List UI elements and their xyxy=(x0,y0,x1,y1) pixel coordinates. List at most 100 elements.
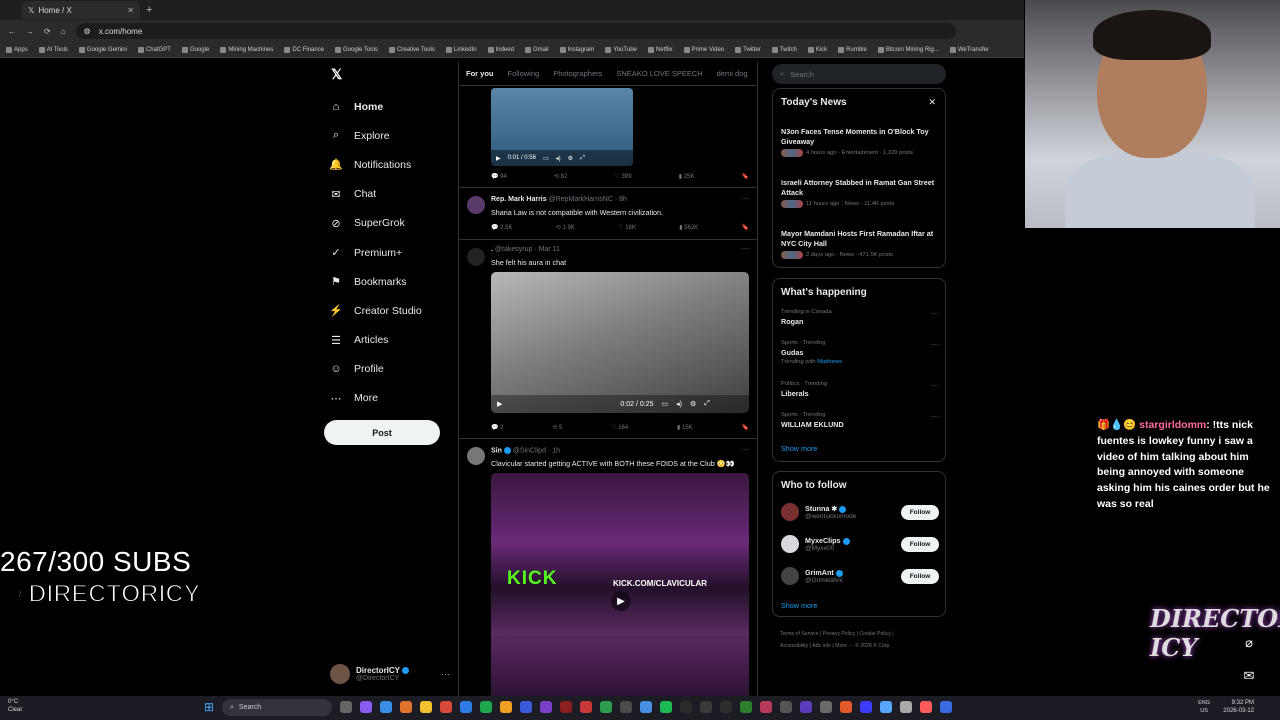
taskbar-app-icon[interactable] xyxy=(580,701,592,713)
video-player[interactable]: ▶ 0:01 / 0:56 ▭ ◂) ⚙ ⤢ xyxy=(491,88,633,166)
taskbar-app-icon[interactable] xyxy=(780,701,792,713)
follow-button[interactable]: Follow xyxy=(901,504,939,520)
taskbar-app-icon[interactable] xyxy=(520,701,532,713)
bookmark-item[interactable]: Prime Video xyxy=(683,46,724,53)
taskbar-app-icon[interactable] xyxy=(660,701,672,713)
bookmark-item[interactable]: Gmail xyxy=(524,46,549,53)
bookmark-item[interactable]: ChatGPT xyxy=(137,46,171,53)
feed-tab[interactable]: For you xyxy=(466,69,494,78)
trend-item[interactable]: Sports · Trending WILLIAM EKLUND ··· xyxy=(781,412,939,429)
taskbar-app-icon[interactable] xyxy=(820,701,832,713)
taskbar-app-icon[interactable] xyxy=(420,701,432,713)
bookmark-item[interactable]: Netflix xyxy=(647,46,673,53)
nav-item-supergrok[interactable]: ⊘ SuperGrok xyxy=(326,209,456,238)
taskbar-app-icon[interactable] xyxy=(920,701,932,713)
post-button[interactable]: Post xyxy=(324,420,440,445)
author-name[interactable]: . xyxy=(491,246,493,253)
taskbar-app-icon[interactable] xyxy=(800,701,812,713)
more-dots-icon[interactable]: ··· xyxy=(741,244,749,253)
grok-icon[interactable]: ⌀ xyxy=(1238,632,1260,654)
taskbar-app-icon[interactable] xyxy=(540,701,552,713)
nav-item-more[interactable]: ⋯ More xyxy=(326,384,456,413)
author-name[interactable]: Sin xyxy=(491,447,502,454)
trend-link[interactable]: Matthews xyxy=(817,359,842,365)
footer-line[interactable]: Terms of Service | Privacy Policy | Cook… xyxy=(780,628,946,640)
like-button[interactable]: ♡ 164 xyxy=(611,424,628,431)
nav-item-notifications[interactable]: 🔔 Notifications xyxy=(326,150,456,179)
bookmark-item[interactable]: Instagram xyxy=(559,46,594,53)
taskbar-app-icon[interactable] xyxy=(760,701,772,713)
bookmark-item[interactable]: Google Gemini xyxy=(78,46,127,53)
bookmark-item[interactable]: Twitter xyxy=(735,46,761,53)
trend-item[interactable]: Politics · Trending Liberals ··· xyxy=(781,381,939,398)
avatar[interactable] xyxy=(467,447,485,465)
nav-item-creator-studio[interactable]: ⚡ Creator Studio xyxy=(326,296,456,325)
taskbar-app-icon[interactable] xyxy=(900,701,912,713)
bookmark-item[interactable]: Apps xyxy=(6,46,28,53)
feed-tab[interactable]: Photographers xyxy=(553,69,602,78)
search-input[interactable]: ⌕ Search xyxy=(772,64,946,84)
trend-item[interactable]: Sports · Trending Gudas Trending with Matt… xyxy=(781,340,939,365)
volume-icon[interactable]: ◂) xyxy=(676,400,682,408)
close-tab-icon[interactable]: ✕ xyxy=(127,6,134,15)
views-count[interactable]: ▮ 15K xyxy=(677,424,693,431)
bookmark-item[interactable]: Google xyxy=(181,46,209,53)
news-item[interactable]: N3on Faces Tense Moments in O'Block Toy … xyxy=(781,127,939,157)
taskbar-app-icon[interactable] xyxy=(880,701,892,713)
bookmark-post-icon[interactable]: 🔖 xyxy=(742,224,749,231)
taskbar-app-icon[interactable] xyxy=(700,701,712,713)
taskbar-app-icon[interactable] xyxy=(940,701,952,713)
more-dots-icon[interactable]: ··· xyxy=(931,340,939,349)
bookmark-item[interactable]: YouTube xyxy=(605,46,637,53)
bookmark-item[interactable]: Google Tools xyxy=(335,46,378,53)
bookmark-item[interactable]: Rumble xyxy=(838,46,867,53)
repost-button[interactable]: ⟲ 82 xyxy=(554,173,567,180)
taskbar-app-icon[interactable] xyxy=(400,701,412,713)
nav-item-profile[interactable]: ☺ Profile xyxy=(326,355,456,384)
forward-icon[interactable]: → xyxy=(26,27,34,36)
fullscreen-icon[interactable]: ⤢ xyxy=(704,400,710,408)
back-icon[interactable]: ← xyxy=(8,27,16,36)
x-logo-icon[interactable]: 𝕏 xyxy=(331,66,342,83)
mail-icon[interactable]: ✉ xyxy=(1238,665,1260,687)
taskbar-search[interactable]: ⌕ Search xyxy=(222,699,332,716)
reload-icon[interactable]: ⟳ xyxy=(44,27,51,36)
play-icon[interactable]: ▶ xyxy=(497,400,502,408)
weather-widget[interactable]: 0°C Clear xyxy=(8,698,22,714)
video-player[interactable]: KICK KICK.COM/CLAVICULAR ▶ xyxy=(491,473,749,696)
taskbar-app-icon[interactable] xyxy=(460,701,472,713)
views-count[interactable]: ▮ 25K xyxy=(679,173,695,180)
language-indicator[interactable]: ENG US xyxy=(1198,699,1210,715)
taskbar-app-icon[interactable] xyxy=(480,701,492,713)
taskbar-app-icon[interactable] xyxy=(600,701,612,713)
settings-icon[interactable]: ⚙ xyxy=(690,400,696,408)
volume-icon[interactable]: ◂) xyxy=(556,155,561,162)
avatar[interactable] xyxy=(781,503,799,521)
taskbar-app-icon[interactable] xyxy=(380,701,392,713)
bookmark-item[interactable]: Creative Tools xyxy=(388,46,435,53)
settings-icon[interactable]: ⚙ xyxy=(568,155,573,162)
bookmark-item[interactable]: Twitch xyxy=(771,46,797,53)
nav-item-articles[interactable]: ☰ Articles xyxy=(326,326,456,355)
captions-icon[interactable]: ▭ xyxy=(661,400,668,408)
trend-item[interactable]: Trending in Canada Rogan ··· xyxy=(781,309,939,326)
show-more-link[interactable]: Show more xyxy=(781,601,817,610)
views-count[interactable]: ▮ 562K xyxy=(679,224,698,231)
taskbar-app-icon[interactable] xyxy=(720,701,732,713)
follow-suggestion[interactable]: Stunna ✱ @wentsickomode Follow xyxy=(781,500,939,524)
site-info-icon[interactable]: ⚙ xyxy=(84,27,91,36)
play-icon[interactable]: ▶ xyxy=(611,591,631,611)
feed-tab[interactable]: Following xyxy=(508,69,540,78)
fullscreen-icon[interactable]: ⤢ xyxy=(580,155,585,162)
bookmark-item[interactable]: Bitcoin Mining Rig... xyxy=(877,46,939,53)
follow-suggestion[interactable]: GrimAnt @GrimedAnt Follow xyxy=(781,564,939,588)
more-dots-icon[interactable]: ··· xyxy=(931,381,939,390)
bookmark-post-icon[interactable]: 🔖 xyxy=(742,173,749,180)
more-dots-icon[interactable]: ··· xyxy=(931,309,939,318)
captions-icon[interactable]: ▭ xyxy=(543,155,549,162)
more-dots-icon[interactable]: ··· xyxy=(741,194,749,203)
taskbar-app-icon[interactable] xyxy=(360,701,372,713)
taskbar-app-icon[interactable] xyxy=(740,701,752,713)
news-item[interactable]: Mayor Mamdani Hosts First Ramadan Iftar … xyxy=(781,229,939,259)
reply-button[interactable]: 💬 2 xyxy=(491,424,503,431)
